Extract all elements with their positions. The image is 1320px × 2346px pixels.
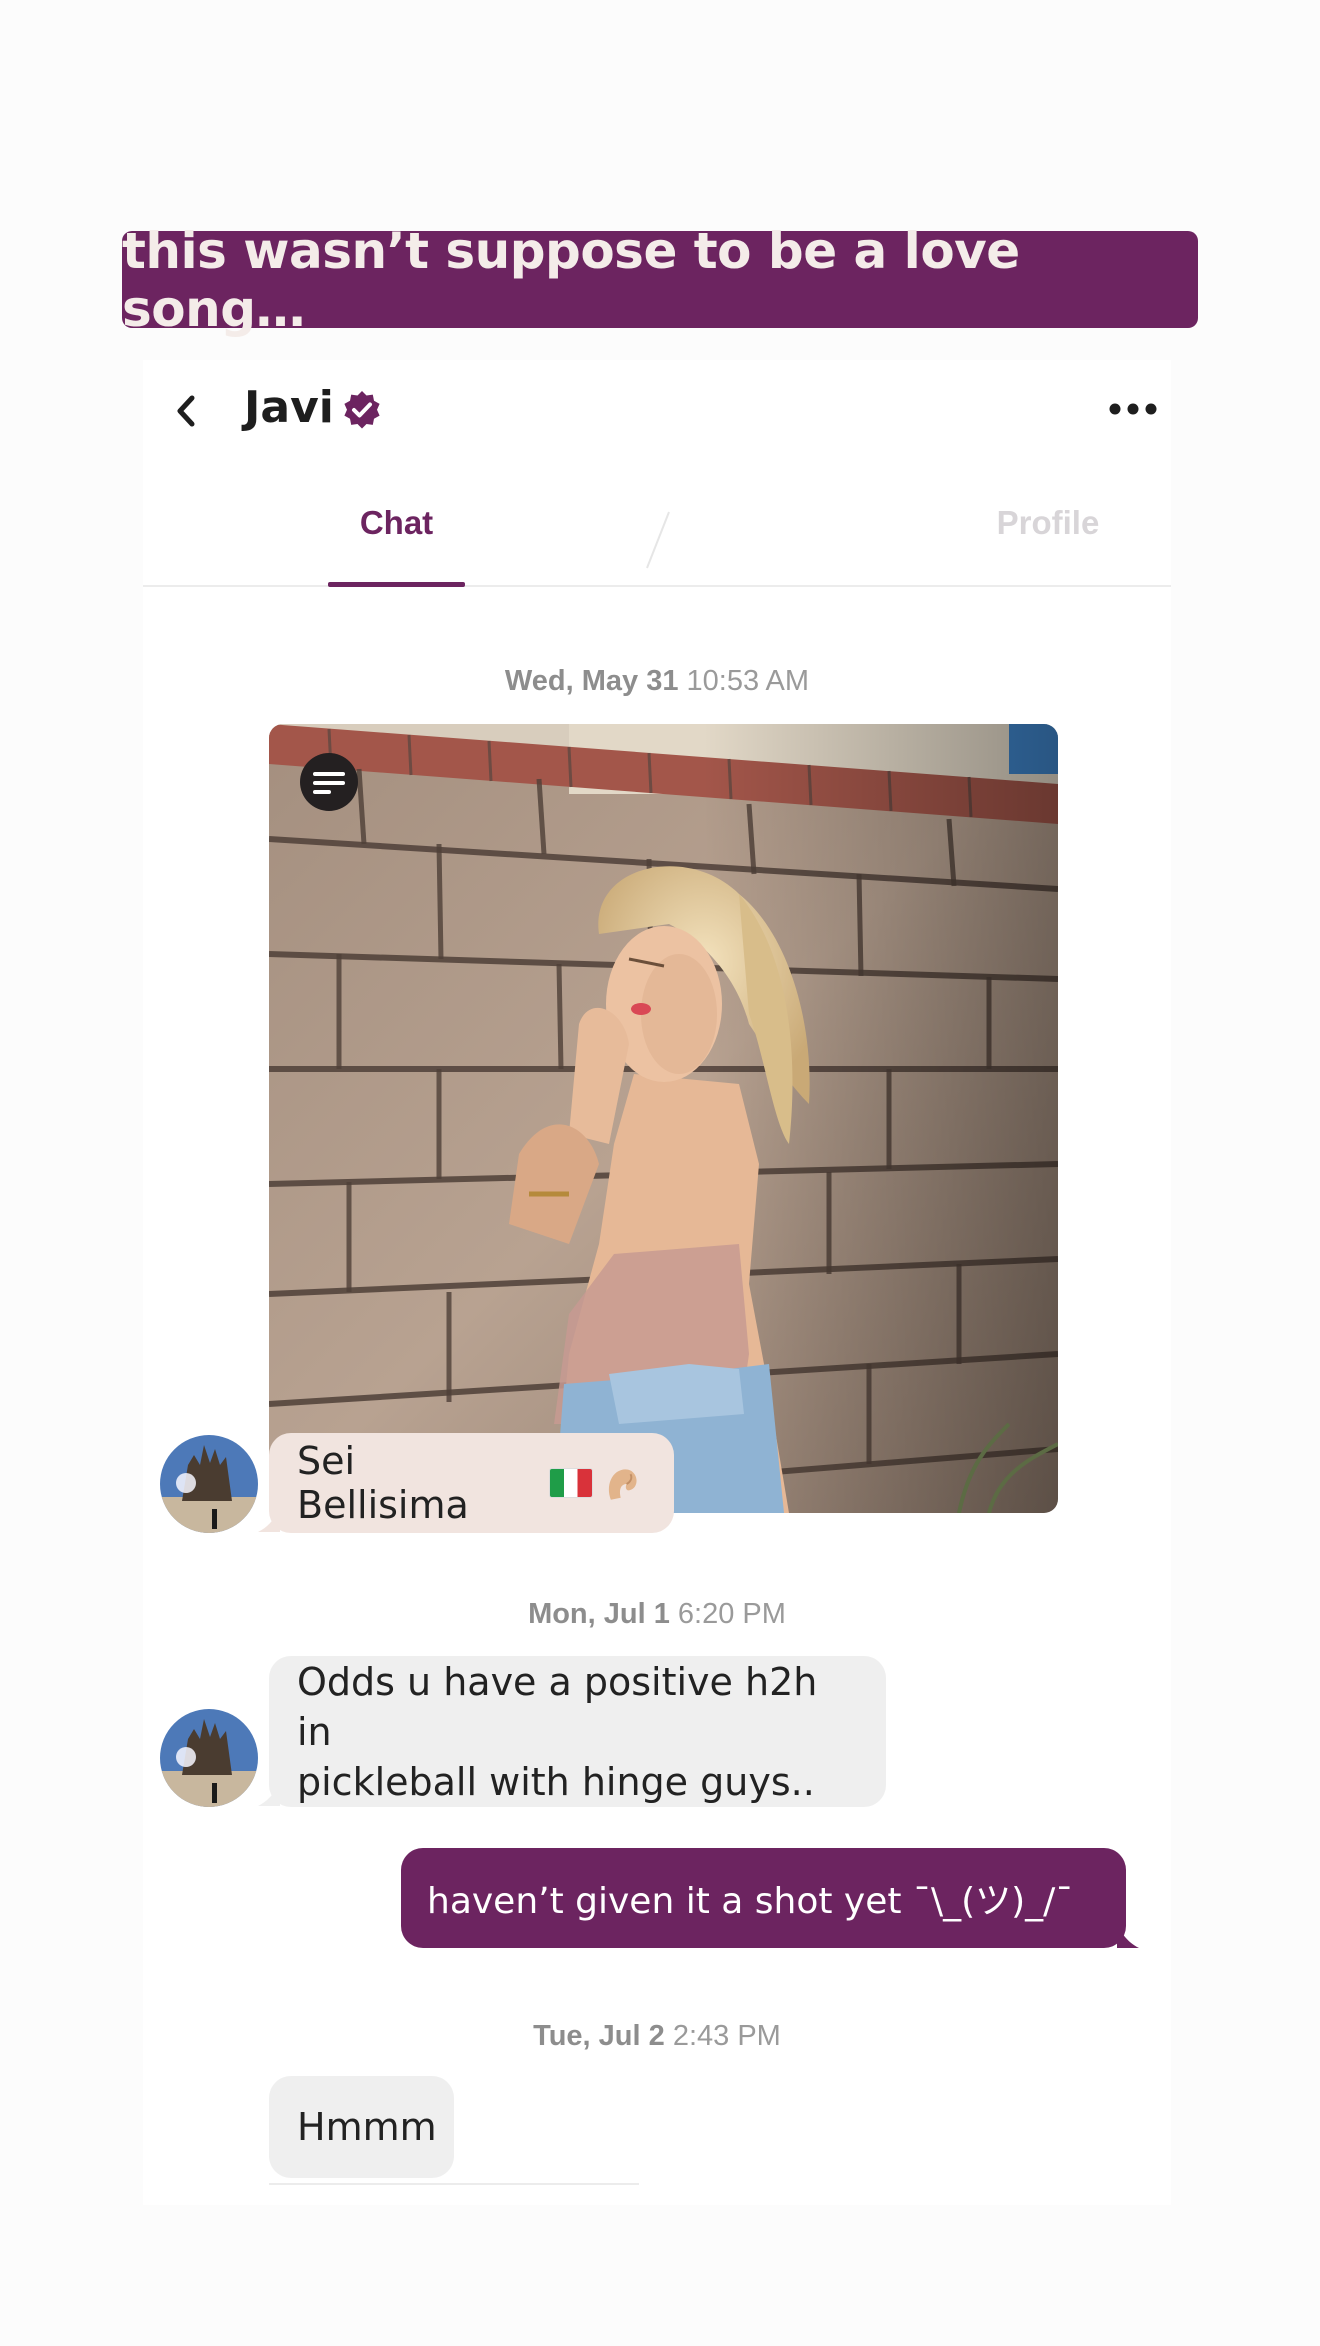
date-separator: Wed, May 31 10:53 AM <box>143 665 1171 698</box>
contact-name[interactable]: Javi <box>244 382 334 433</box>
tab-divider <box>646 511 670 569</box>
back-button[interactable] <box>163 388 209 434</box>
active-tab-indicator <box>328 582 465 587</box>
message-line: pickleball with hinge guys.. <box>297 1759 815 1804</box>
contact-avatar[interactable] <box>160 1435 258 1533</box>
date-label: Mon, Jul 1 <box>528 1598 670 1630</box>
message-text: haven’t given it a shot yet ¯\_(ツ)_/¯ <box>427 1881 1074 1922</box>
tab-profile-label: Profile <box>996 503 1100 541</box>
tab-chat[interactable]: Chat <box>328 460 465 587</box>
message-line: Odds u have a positive h2h in <box>297 1659 818 1754</box>
message-text: Sei Bellisima <box>297 1439 469 1527</box>
more-options-button[interactable] <box>1103 386 1163 432</box>
tab-chat-label: Chat <box>359 503 434 541</box>
date-label: Wed, May 31 <box>504 665 679 697</box>
bubble-tail <box>1117 1926 1139 1948</box>
tab-bar: Chat Profile <box>143 460 1171 587</box>
date-label: Tue, Jul 2 <box>533 2020 665 2052</box>
message-bubble-incoming[interactable]: Odds u have a positive h2h in pickleball… <box>269 1656 886 1807</box>
time-label: 2:43 PM <box>672 2020 781 2052</box>
date-separator: Mon, Jul 1 6:20 PM <box>143 1598 1171 1631</box>
chevron-left-icon <box>177 395 195 427</box>
verified-badge-icon <box>344 391 380 429</box>
message-text: Odds u have a positive h2h in pickleball… <box>297 1657 858 1807</box>
tab-profile[interactable]: Profile <box>983 460 1113 585</box>
more-horizontal-icon <box>1109 403 1157 415</box>
italy-flag-emoji <box>549 1468 593 1498</box>
message-bubble-outgoing[interactable]: haven’t given it a shot yet ¯\_(ツ)_/¯ <box>401 1848 1126 1948</box>
date-separator: Tue, Jul 2 2:43 PM <box>143 2020 1171 2053</box>
story-caption: this wasn’t suppose to be a love song… <box>122 222 1198 338</box>
chat-header: Javi <box>143 360 1171 460</box>
time-label: 10:53 AM <box>686 665 810 697</box>
contact-avatar[interactable] <box>160 1709 258 1807</box>
pinching-hand-emoji <box>608 1469 637 1500</box>
message-bubble-incoming[interactable]: Hmmm <box>269 2076 454 2178</box>
chat-screen: Javi Chat Profile Wed, May 31 10:53 AM S… <box>143 360 1171 2205</box>
message-text: Hmmm <box>297 2105 437 2149</box>
divider <box>269 2183 639 2185</box>
shared-profile-photo[interactable] <box>269 724 1058 1513</box>
time-label: 6:20 PM <box>677 1598 786 1630</box>
message-bubble-incoming[interactable]: Sei Bellisima <box>269 1433 674 1533</box>
